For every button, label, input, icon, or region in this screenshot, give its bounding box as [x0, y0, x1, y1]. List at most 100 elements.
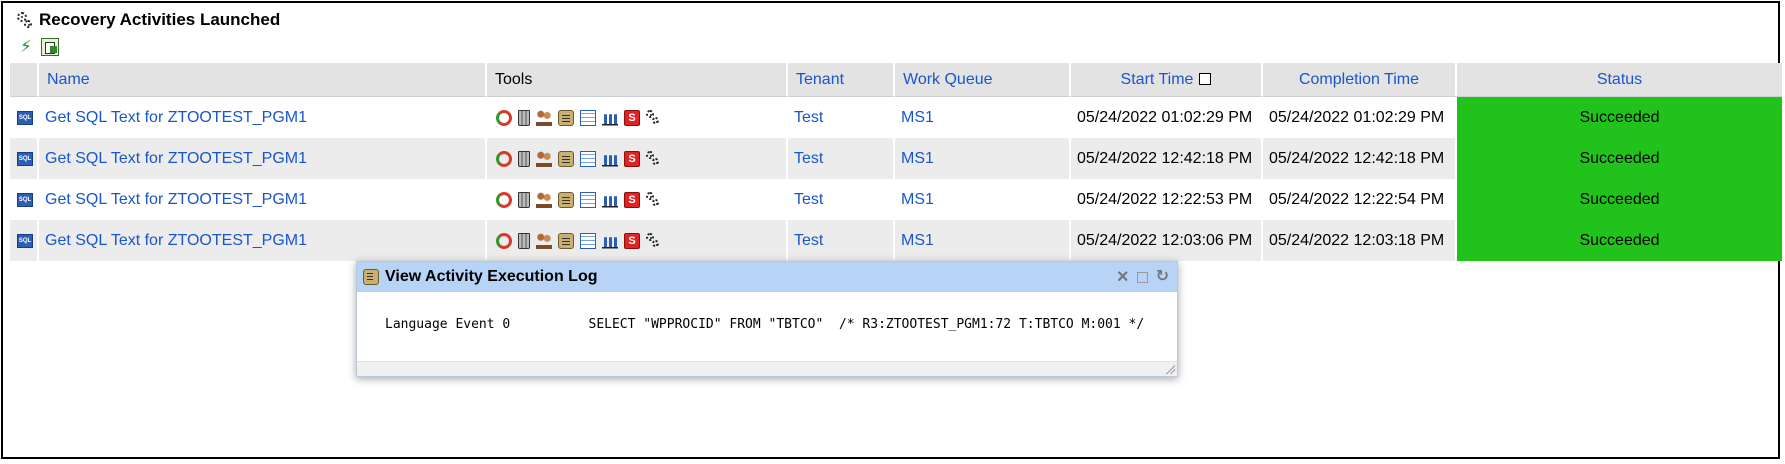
log-scroll-icon[interactable] — [558, 150, 574, 167]
row-icon-cell: SQL — [10, 97, 39, 138]
export-icon[interactable] — [41, 38, 59, 56]
refresh-icon[interactable]: ↻ — [1156, 268, 1169, 286]
trash-icon[interactable] — [518, 109, 530, 126]
users-icon[interactable] — [536, 232, 552, 249]
stop-icon[interactable]: S — [624, 109, 640, 126]
row-icon-cell: SQL — [10, 220, 39, 261]
work-queue-link[interactable]: MS1 — [901, 191, 934, 208]
tenant-link[interactable]: Test — [794, 109, 823, 126]
tools-cell: S — [487, 179, 788, 220]
column-header-name[interactable]: Name — [39, 63, 487, 97]
log-scroll-icon — [363, 269, 379, 285]
tools-cell: S — [487, 220, 788, 261]
users-icon[interactable] — [536, 191, 552, 208]
tools-cell: S — [487, 97, 788, 138]
work-queue-cell: MS1 — [895, 220, 1071, 261]
tool-icons: S — [493, 232, 780, 249]
gears-icon[interactable] — [646, 191, 660, 208]
column-header-tenant[interactable]: Tenant — [788, 63, 895, 97]
gears-icon[interactable] — [646, 150, 660, 167]
close-icon[interactable]: × — [1117, 267, 1129, 287]
dialog-title: View Activity Execution Log — [385, 268, 598, 285]
tenant-cell: Test — [788, 97, 895, 138]
tool-icons: S — [493, 191, 780, 208]
sql-activity-icon: SQL — [17, 151, 33, 166]
panel-toolbar: ⚡ — [17, 37, 59, 57]
start-time-cell: 05/24/2022 01:02:29 PM — [1071, 97, 1263, 138]
trash-icon[interactable] — [518, 191, 530, 208]
completion-time-cell: 05/24/2022 12:22:54 PM — [1263, 179, 1457, 220]
activity-name-cell: Get SQL Text for ZTOOTEST_PGM1 — [39, 179, 487, 220]
work-queue-cell: MS1 — [895, 179, 1071, 220]
work-queue-link[interactable]: MS1 — [901, 150, 934, 167]
table-row: SQL Get SQL Text for ZTOOTEST_PGM1 S Test MS… — [10, 97, 1782, 138]
column-header-completion-time[interactable]: Completion Time — [1263, 63, 1457, 97]
sql-activity-icon: SQL — [17, 110, 33, 125]
chart-icon[interactable] — [602, 114, 618, 126]
start-time-cell: 05/24/2022 12:42:18 PM — [1071, 138, 1263, 179]
recover-icon[interactable] — [496, 150, 512, 167]
sort-indicator-icon[interactable] — [1199, 72, 1212, 85]
column-header-tools: Tools — [487, 63, 788, 97]
recover-icon[interactable] — [496, 109, 512, 126]
activity-name-link[interactable]: Get SQL Text for ZTOOTEST_PGM1 — [45, 109, 307, 126]
chart-icon[interactable] — [602, 196, 618, 208]
gears-icon — [17, 12, 33, 28]
recover-icon[interactable] — [496, 232, 512, 249]
start-time-header-label: Start Time — [1120, 70, 1194, 88]
status-badge: Succeeded — [1457, 97, 1782, 138]
log-content: Language Event 0 SELECT "WPPROCID" FROM … — [385, 317, 1145, 332]
stop-icon[interactable]: S — [624, 150, 640, 167]
chart-icon[interactable] — [602, 237, 618, 249]
column-header-status[interactable]: Status — [1457, 63, 1782, 97]
refresh-icon[interactable]: ⚡ — [17, 38, 35, 56]
grid-icon[interactable] — [580, 191, 596, 208]
tools-cell: S — [487, 138, 788, 179]
work-queue-link[interactable]: MS1 — [901, 232, 934, 249]
users-icon[interactable] — [536, 150, 552, 167]
stop-icon[interactable]: S — [624, 191, 640, 208]
start-time-cell: 05/24/2022 12:22:53 PM — [1071, 179, 1263, 220]
completion-time-cell: 05/24/2022 01:02:29 PM — [1263, 97, 1457, 138]
log-scroll-icon[interactable] — [558, 191, 574, 208]
activity-name-cell: Get SQL Text for ZTOOTEST_PGM1 — [39, 220, 487, 261]
activity-name-cell: Get SQL Text for ZTOOTEST_PGM1 — [39, 97, 487, 138]
dialog-title-bar[interactable]: View Activity Execution Log × ↻ — [357, 262, 1177, 292]
trash-icon[interactable] — [518, 150, 530, 167]
dialog-controls: × ↻ — [1117, 267, 1169, 287]
activity-name-link[interactable]: Get SQL Text for ZTOOTEST_PGM1 — [45, 150, 307, 167]
completion-time-cell: 05/24/2022 12:03:18 PM — [1263, 220, 1457, 261]
gears-icon[interactable] — [646, 232, 660, 249]
trash-icon[interactable] — [518, 232, 530, 249]
start-time-cell: 05/24/2022 12:03:06 PM — [1071, 220, 1263, 261]
stop-icon[interactable]: S — [624, 232, 640, 249]
row-icon-cell: SQL — [10, 179, 39, 220]
activity-name-link[interactable]: Get SQL Text for ZTOOTEST_PGM1 — [45, 191, 307, 208]
grid-icon[interactable] — [580, 109, 596, 126]
tenant-link[interactable]: Test — [794, 150, 823, 167]
grid-icon[interactable] — [580, 232, 596, 249]
maximize-icon[interactable] — [1136, 271, 1148, 283]
work-queue-link[interactable]: MS1 — [901, 109, 934, 126]
log-scroll-icon[interactable] — [558, 109, 574, 126]
activities-table: Name Tools Tenant Work Queue Start Time … — [10, 63, 1782, 261]
tenant-link[interactable]: Test — [794, 232, 823, 249]
row-icon-cell: SQL — [10, 138, 39, 179]
tenant-cell: Test — [788, 179, 895, 220]
gears-icon[interactable] — [646, 109, 660, 126]
sql-activity-icon: SQL — [17, 233, 33, 248]
column-header-work-queue[interactable]: Work Queue — [895, 63, 1071, 97]
tenant-link[interactable]: Test — [794, 191, 823, 208]
dialog-footer — [357, 361, 1177, 376]
users-icon[interactable] — [536, 109, 552, 126]
chart-icon[interactable] — [602, 155, 618, 167]
grid-icon[interactable] — [580, 150, 596, 167]
column-header-start-time[interactable]: Start Time — [1071, 63, 1263, 97]
column-header-select — [10, 63, 39, 97]
activity-name-link[interactable]: Get SQL Text for ZTOOTEST_PGM1 — [45, 232, 307, 249]
status-badge: Succeeded — [1457, 220, 1782, 261]
log-scroll-icon[interactable] — [558, 232, 574, 249]
resize-handle[interactable] — [1165, 364, 1175, 374]
table-row: SQL Get SQL Text for ZTOOTEST_PGM1 S Test MS… — [10, 138, 1782, 179]
recover-icon[interactable] — [496, 191, 512, 208]
